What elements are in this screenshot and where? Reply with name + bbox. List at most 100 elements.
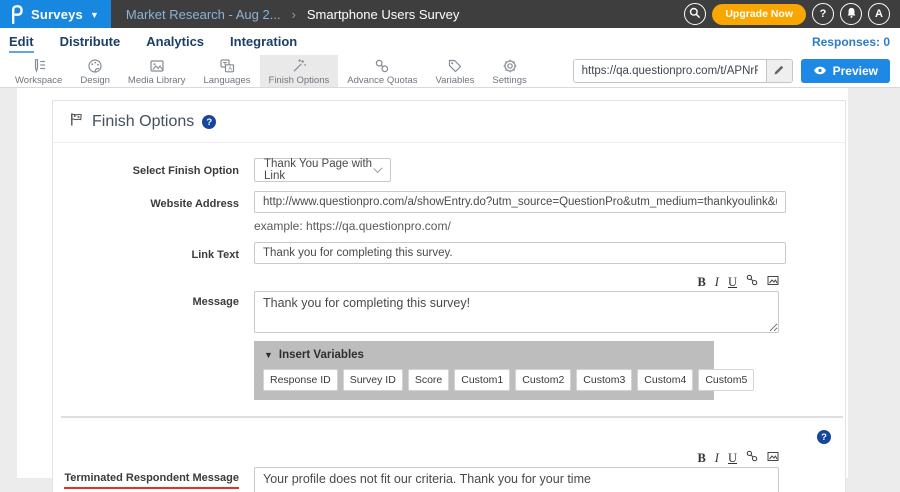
tool-workspace[interactable]: Workspace [6,55,71,87]
variable-custom4-button[interactable]: Custom4 [637,369,693,391]
tab-integration[interactable]: Integration [230,30,297,53]
breadcrumb-separator-icon: › [292,7,296,22]
insert-link-button[interactable] [746,273,758,291]
gear-icon [502,58,518,74]
insert-image-button[interactable] [767,273,779,291]
translate-icon: A [219,58,235,74]
tool-variables[interactable]: Variables [427,55,484,87]
tab-analytics[interactable]: Analytics [146,30,204,53]
notifications-button[interactable] [840,3,862,25]
underline-button[interactable]: U [728,276,737,289]
italic-button[interactable]: I [715,276,719,289]
underline-button[interactable]: U [728,452,737,465]
variable-custom3-button[interactable]: Custom3 [576,369,632,391]
finish-option-row: Select Finish Option Thank You Page with… [53,158,845,182]
insert-link-button[interactable] [746,449,758,467]
avatar[interactable]: A [868,3,890,25]
tab-distribute[interactable]: Distribute [60,30,121,53]
bell-icon [846,6,857,22]
magic-wand-icon [291,58,307,74]
terminated-format-toolbar: B I U [254,449,779,467]
finish-options-help-icon[interactable]: ? [202,115,216,129]
message-textarea[interactable]: Thank you for completing this survey! [254,291,779,333]
app-root: Surveys ▼ Market Research - Aug 2... › S… [0,0,900,492]
tag-icon [447,58,463,74]
toolbar-right: Preview [573,55,900,87]
search-icon [689,7,701,22]
edit-url-button[interactable] [766,60,792,82]
link-icon [746,449,758,467]
bold-button[interactable]: B [697,276,705,289]
bold-button[interactable]: B [697,452,705,465]
message-row: Message B I U Thank you for completing t… [53,270,845,338]
help-button[interactable]: ? [812,3,834,25]
breadcrumb: Market Research - Aug 2... › Smartphone … [126,7,684,22]
terminated-row: Terminated Respondent Message B I U Your… [53,446,845,492]
collapse-caret-icon: ▼ [264,350,273,360]
variable-custom1-button[interactable]: Custom1 [454,369,510,391]
preview-button[interactable]: Preview [801,59,890,83]
tool-settings[interactable]: Settings [483,55,535,87]
image-icon [149,58,165,74]
section-divider [61,416,843,418]
picture-icon [767,449,779,467]
tool-languages[interactable]: A Languages [194,55,259,87]
responses-count[interactable]: Responses: 0 [812,35,890,49]
message-format-toolbar: B I U [254,273,779,291]
insert-image-button[interactable] [767,449,779,467]
card-header: Finish Options ? [53,101,845,143]
page-title: Finish Options [92,113,194,131]
breadcrumb-folder[interactable]: Market Research - Aug 2... [126,7,281,22]
terminated-help-icon[interactable]: ? [817,430,831,444]
topbar: Surveys ▼ Market Research - Aug 2... › S… [0,0,900,28]
italic-button[interactable]: I [715,452,719,465]
svg-text:A: A [228,66,232,72]
website-address-row: Website Address example: https://qa.ques… [53,191,845,233]
variable-buttons: Response ID Survey ID Score Custom1 Cust… [263,369,705,391]
website-address-example: example: https://qa.questionpro.com/ [254,219,786,233]
questionpro-logo-icon [9,5,24,24]
topbar-actions: Upgrade Now ? A [684,3,900,25]
variable-custom5-button[interactable]: Custom5 [698,369,754,391]
toolbar-items: Workspace Design Media Library A Languag… [0,55,536,87]
upgrade-now-button[interactable]: Upgrade Now [712,4,806,25]
workspace-icon [31,58,47,74]
content-background: Finish Options ? Select Finish Option Th… [0,88,900,492]
card-body: Select Finish Option Thank You Page with… [53,143,845,492]
finish-flag-icon [69,112,84,132]
pencil-icon [773,64,785,79]
link-icon [746,273,758,291]
palette-icon [87,58,103,74]
search-button[interactable] [684,3,706,25]
terminated-label: Terminated Respondent Message [53,446,239,492]
main-tabbar: Edit Distribute Analytics Integration Re… [0,28,900,55]
link-text-label: Link Text [53,242,239,264]
insert-variables-toggle[interactable]: ▼ Insert Variables [264,349,714,361]
survey-url-input[interactable] [574,60,766,82]
finish-option-label: Select Finish Option [53,158,239,182]
variable-response-id-button[interactable]: Response ID [263,369,338,391]
terminated-message-textarea[interactable]: Your profile does not fit our criteria. … [254,467,779,492]
finish-option-select[interactable]: Thank You Page with Link [254,158,391,182]
product-name: Surveys [31,7,83,22]
tool-design[interactable]: Design [71,55,119,87]
tool-media-library[interactable]: Media Library [119,55,195,87]
tool-advance-quotas[interactable]: Advance Quotas [338,55,426,87]
finish-options-card: Finish Options ? Select Finish Option Th… [52,100,846,492]
tab-edit[interactable]: Edit [9,30,34,53]
finish-option-selected-value: Thank You Page with Link [264,158,375,182]
insert-variables-title: Insert Variables [279,349,364,361]
website-address-label: Website Address [53,191,239,233]
chain-icon [374,58,390,74]
eye-icon [813,64,827,78]
product-switcher[interactable]: Surveys ▼ [0,0,111,28]
link-text-input[interactable] [254,242,786,264]
link-text-row: Link Text [53,242,845,264]
tool-finish-options[interactable]: Finish Options [260,55,339,87]
chevron-down-icon: ▼ [90,10,99,20]
website-address-input[interactable] [254,191,786,213]
survey-url-box [573,59,793,83]
variable-custom2-button[interactable]: Custom2 [515,369,571,391]
variable-score-button[interactable]: Score [408,369,449,391]
variable-survey-id-button[interactable]: Survey ID [343,369,403,391]
